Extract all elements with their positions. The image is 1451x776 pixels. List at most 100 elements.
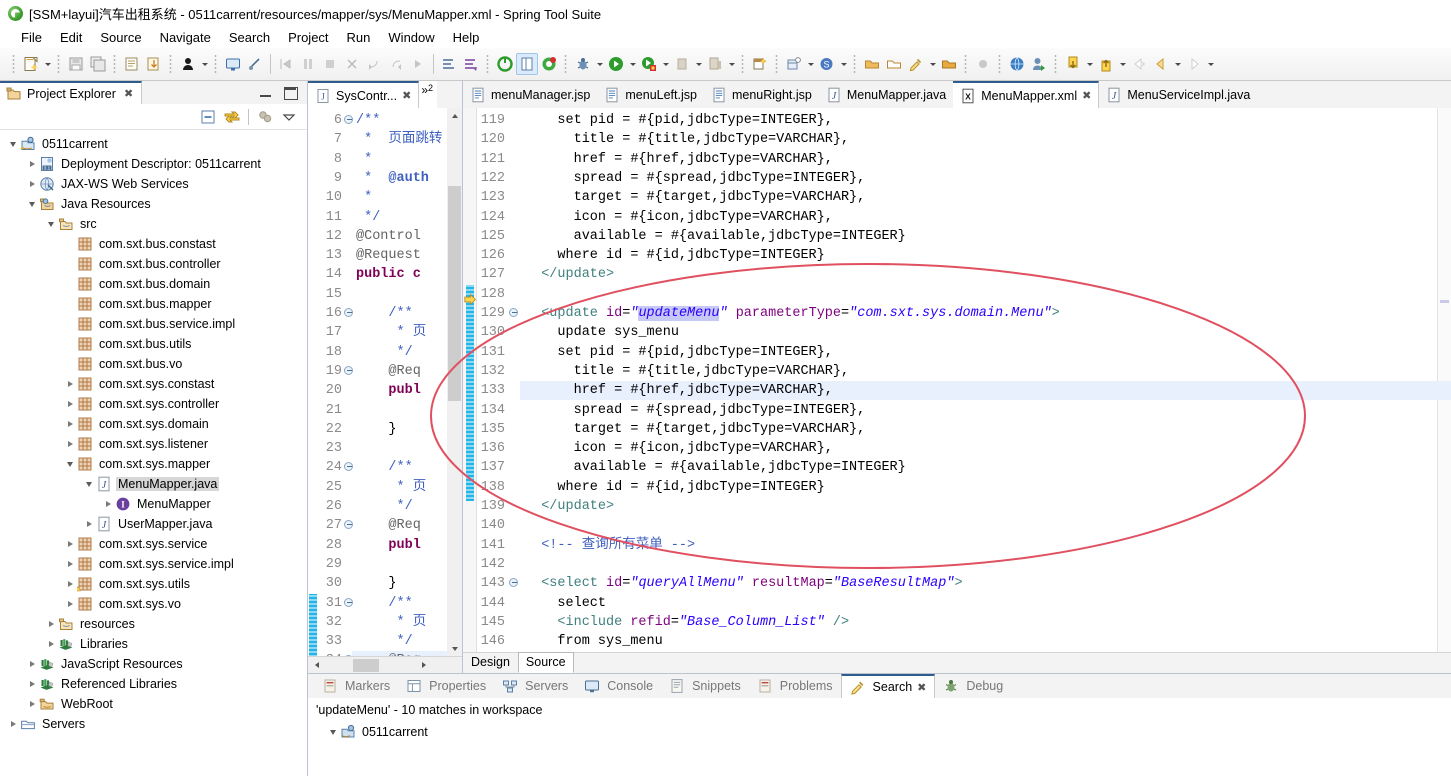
code-line[interactable]: 137 available = #{available,jdbcType=INT… xyxy=(463,458,1451,477)
tree-item-libraries[interactable]: Libraries xyxy=(0,634,307,654)
code-line[interactable]: 9 * @auth xyxy=(308,169,462,188)
menu-project[interactable]: Project xyxy=(279,29,337,46)
menu-help[interactable]: Help xyxy=(444,29,489,46)
overview-match-marker[interactable] xyxy=(1440,300,1449,303)
fold-collapse-icon[interactable] xyxy=(344,597,353,607)
chevron-right-icon[interactable] xyxy=(25,177,39,191)
code-line[interactable]: 133 href = #{href,jdbcType=VARCHAR}, xyxy=(463,381,1451,400)
code-line[interactable]: 143 <select id="queryAllMenu" resultMap=… xyxy=(463,574,1451,593)
tree-item-com-sxt-bus-vo[interactable]: com.sxt.bus.vo xyxy=(0,354,307,374)
code-line[interactable]: 34 @Req xyxy=(308,651,462,656)
tree-item-menumapper-java[interactable]: J MenuMapper.java xyxy=(0,474,307,494)
chevron-down-icon[interactable] xyxy=(838,53,849,75)
chevron-right-icon[interactable] xyxy=(25,677,39,691)
code-line[interactable]: 24 /** xyxy=(308,458,462,477)
menu-run[interactable]: Run xyxy=(338,29,380,46)
code-line[interactable]: 30 } xyxy=(308,574,462,593)
toolbar-grip[interactable] xyxy=(213,53,219,75)
maximize-icon[interactable] xyxy=(283,86,298,100)
close-icon[interactable]: ✖ xyxy=(917,681,926,694)
chevron-down-icon[interactable] xyxy=(1084,53,1095,75)
chevron-down-icon[interactable] xyxy=(42,53,53,75)
boot-run-icon[interactable] xyxy=(494,53,516,75)
code-line[interactable]: 31 /** xyxy=(308,594,462,613)
chevron-right-icon[interactable] xyxy=(44,637,58,651)
chevron-down-icon[interactable] xyxy=(25,197,39,211)
code-line[interactable]: 142 xyxy=(463,555,1451,574)
tab-menuserviceimpl-java[interactable]: J MenuServiceImpl.java xyxy=(1099,81,1257,108)
tree-item-menumapper[interactable]: I MenuMapper xyxy=(0,494,307,514)
print-icon[interactable] xyxy=(121,53,143,75)
chevron-down-icon[interactable] xyxy=(1172,53,1183,75)
code-line[interactable]: 7 * 页面跳转 xyxy=(308,130,462,149)
left-editor-hscrollbar[interactable] xyxy=(308,656,462,673)
chevron-down-icon[interactable] xyxy=(594,53,605,75)
chevron-right-icon[interactable] xyxy=(25,697,39,711)
new-java-class-icon[interactable] xyxy=(749,53,771,75)
fold-collapse-icon[interactable] xyxy=(509,308,518,317)
spring-boot-dashboard-icon[interactable] xyxy=(460,53,482,75)
web-browser-icon[interactable] xyxy=(1006,53,1028,75)
tab-console[interactable]: Console xyxy=(576,674,661,698)
open-task-icon[interactable] xyxy=(938,53,960,75)
chevron-right-icon[interactable] xyxy=(63,437,77,451)
toolbar-grip[interactable] xyxy=(11,53,17,75)
toolbar-grip[interactable] xyxy=(740,53,746,75)
chevron-right-icon[interactable] xyxy=(63,397,77,411)
code-line[interactable]: 124 icon = #{icon,jdbcType=VARCHAR}, xyxy=(463,208,1451,227)
chevron-down-icon[interactable] xyxy=(726,53,737,75)
tab-syscontroller[interactable]: J SysContr... ✖ xyxy=(308,81,420,108)
live-bean-graph-icon[interactable] xyxy=(516,53,538,75)
code-line[interactable]: 11 */ xyxy=(308,208,462,227)
menubar[interactable]: File Edit Source Navigate Search Project… xyxy=(0,26,1451,48)
code-line[interactable]: 12 @Control xyxy=(308,227,462,246)
toolbar-grip[interactable] xyxy=(774,53,780,75)
toolbar-grip[interactable] xyxy=(56,53,62,75)
code-line[interactable]: 27 @Req xyxy=(308,516,462,535)
main-editor-code[interactable]: 119 set pid = #{pid,jdbcType=INTEGER}, 12… xyxy=(463,108,1451,652)
left-editor-hscroll-thumb[interactable] xyxy=(353,658,379,672)
chevron-right-icon[interactable] xyxy=(63,597,77,611)
tree-item-usermapper-java[interactable]: J UserMapper.java xyxy=(0,514,307,534)
chevron-down-icon[interactable] xyxy=(1205,53,1216,75)
tab-design[interactable]: Design xyxy=(463,652,518,673)
tree-item-com-sxt-bus-controller[interactable]: com.sxt.bus.controller xyxy=(0,254,307,274)
close-icon[interactable]: ✖ xyxy=(1082,89,1091,102)
left-editor-code[interactable]: 6/** 7 * 页面跳转 8 * 9 * @auth 10 * 11 */12 @Cont… xyxy=(308,108,462,656)
tab-project-explorer[interactable]: Project Explorer ✖ xyxy=(0,81,143,104)
chevron-right-icon[interactable] xyxy=(101,497,115,511)
tree-item-servers[interactable]: Servers xyxy=(0,714,307,734)
tree-item-resources[interactable]: resources xyxy=(0,614,307,634)
code-line[interactable]: 122 spread = #{spread,jdbcType=INTEGER}, xyxy=(463,169,1451,188)
chevron-down-icon[interactable] xyxy=(693,53,704,75)
left-editor-vscrollbar[interactable] xyxy=(447,108,462,656)
code-line[interactable]: 136 icon = #{icon,jdbcType=VARCHAR}, xyxy=(463,439,1451,458)
toolbar-grip[interactable] xyxy=(112,53,118,75)
fold-collapse-icon[interactable] xyxy=(344,520,353,530)
main-toolbar[interactable]: S xyxy=(0,48,1451,81)
menu-search[interactable]: Search xyxy=(220,29,279,46)
code-line[interactable]: 14 public c xyxy=(308,265,462,284)
tab-problems[interactable]: Problems xyxy=(749,674,841,698)
tab-search[interactable]: Search ✖ xyxy=(840,674,936,698)
focus-active-task-icon[interactable] xyxy=(257,109,273,125)
menu-file[interactable]: File xyxy=(12,29,51,46)
code-line[interactable]: 146 from sys_menu xyxy=(463,632,1451,651)
chevron-down-icon[interactable] xyxy=(326,725,340,739)
fold-collapse-icon[interactable] xyxy=(344,655,353,656)
code-line[interactable]: 120 title = #{title,jdbcType=VARCHAR}, xyxy=(463,130,1451,149)
code-line[interactable]: 22 } xyxy=(308,420,462,439)
code-line[interactable]: 28 publ xyxy=(308,536,462,555)
code-line[interactable]: 132 title = #{title,jdbcType=VARCHAR}, xyxy=(463,362,1451,381)
toolbar-grip[interactable] xyxy=(168,53,174,75)
toolbar-grip[interactable] xyxy=(485,53,491,75)
code-line[interactable]: 123 target = #{target,jdbcType=VARCHAR}, xyxy=(463,188,1451,207)
close-icon[interactable]: ✖ xyxy=(124,87,133,100)
code-line[interactable]: 23 xyxy=(308,439,462,458)
chevron-right-icon[interactable] xyxy=(63,577,77,591)
code-line[interactable]: 126 where id = #{id,jdbcType=INTEGER} xyxy=(463,246,1451,265)
fold-collapse-icon[interactable] xyxy=(344,115,353,124)
chevron-right-icon[interactable] xyxy=(25,657,39,671)
code-line[interactable]: 8 * xyxy=(308,150,462,169)
tree-item-com-sxt-sys-listener[interactable]: com.sxt.sys.listener xyxy=(0,434,307,454)
